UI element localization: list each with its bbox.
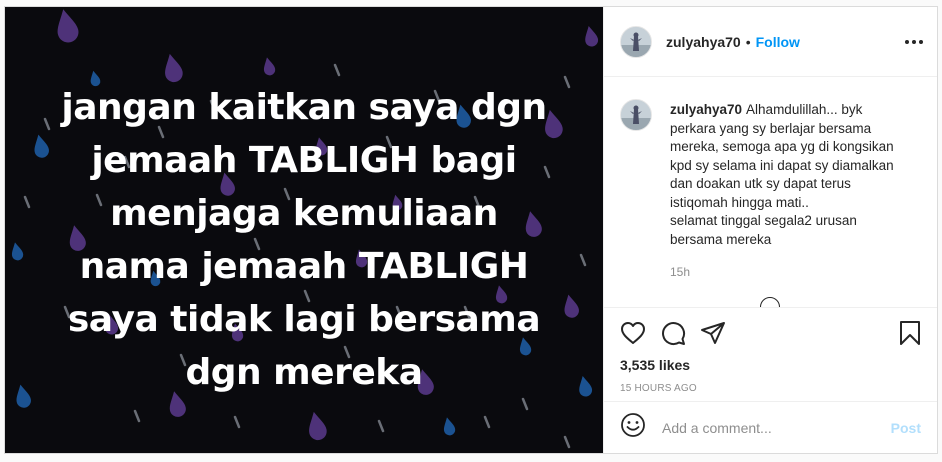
likes-count[interactable]: 3,535 likes <box>620 357 921 373</box>
load-more-icon[interactable] <box>760 297 780 307</box>
caption-body-line2: selamat tinggal segala2 urusan bersama m… <box>670 213 857 247</box>
caption-comment: zulyahya70 Alhamdulillah... byk perkara y… <box>620 99 921 282</box>
comment-icon[interactable] <box>660 320 686 346</box>
follow-button[interactable]: Follow <box>756 34 800 50</box>
share-icon[interactable] <box>700 321 726 345</box>
post-image[interactable]: jangan kaitkan saya dgn jemaah TABLIGH b… <box>5 7 603 453</box>
rain-streak <box>563 435 571 449</box>
instagram-post: jangan kaitkan saya dgn jemaah TABLIGH b… <box>4 6 938 454</box>
image-text-line: dgn mereka <box>185 352 423 393</box>
caption-username[interactable]: zulyahya70 <box>670 102 742 117</box>
raindrop <box>165 53 183 83</box>
image-text: jangan kaitkan saya dgn jemaah TABLIGH b… <box>5 81 603 399</box>
image-text-line: jangan kaitkan saya dgn <box>61 87 547 128</box>
action-icons <box>620 318 921 348</box>
rain-streak <box>333 63 341 77</box>
avatar[interactable] <box>620 99 652 131</box>
rain-streak <box>233 415 241 429</box>
caption-text: zulyahya70 Alhamdulillah... byk perkara y… <box>670 101 906 282</box>
bookmark-icon[interactable] <box>899 320 921 346</box>
add-comment-bar: Post <box>604 401 937 453</box>
rain-streak <box>521 397 529 411</box>
post-sidebar: zulyahya70 • Follow zulyahya70 Alhamduli… <box>603 7 937 453</box>
separator-dot: • <box>745 33 751 50</box>
raindrop <box>585 26 599 47</box>
raindrop <box>309 411 327 441</box>
comment-input[interactable] <box>660 418 891 437</box>
heart-icon[interactable] <box>620 321 646 345</box>
avatar[interactable] <box>620 25 652 58</box>
rain-streak <box>483 415 491 429</box>
raindrop <box>443 417 456 436</box>
rain-streak <box>133 409 141 423</box>
raindrop <box>57 9 79 43</box>
image-text-line: menjaga kemuliaan <box>110 193 498 234</box>
post-timestamp[interactable]: 15 HOURS AGO <box>620 383 921 394</box>
image-text-line: jemaah TABLIGH bagi <box>91 140 517 181</box>
comments-section: zulyahya70 Alhamdulillah... byk perkara y… <box>604 77 937 307</box>
rain-streak <box>377 419 385 433</box>
post-actions: 3,535 likes 15 HOURS AGO <box>604 307 937 401</box>
post-header: zulyahya70 • Follow <box>604 7 937 77</box>
post-button[interactable]: Post <box>891 420 921 436</box>
avatar-image <box>621 26 651 57</box>
avatar-image <box>621 100 651 130</box>
image-text-line: nama jemaah TABLIGH <box>79 246 529 287</box>
raindrop <box>263 57 276 76</box>
more-horizontal-icon[interactable] <box>905 32 923 52</box>
username-link[interactable]: zulyahya70 <box>666 34 741 50</box>
caption-body: Alhamdulillah... byk perkara yang sy ber… <box>670 102 894 210</box>
caption-time: 15h <box>670 265 691 279</box>
image-text-line: saya tidak lagi bersama <box>67 299 541 340</box>
emoji-icon[interactable] <box>620 412 646 443</box>
